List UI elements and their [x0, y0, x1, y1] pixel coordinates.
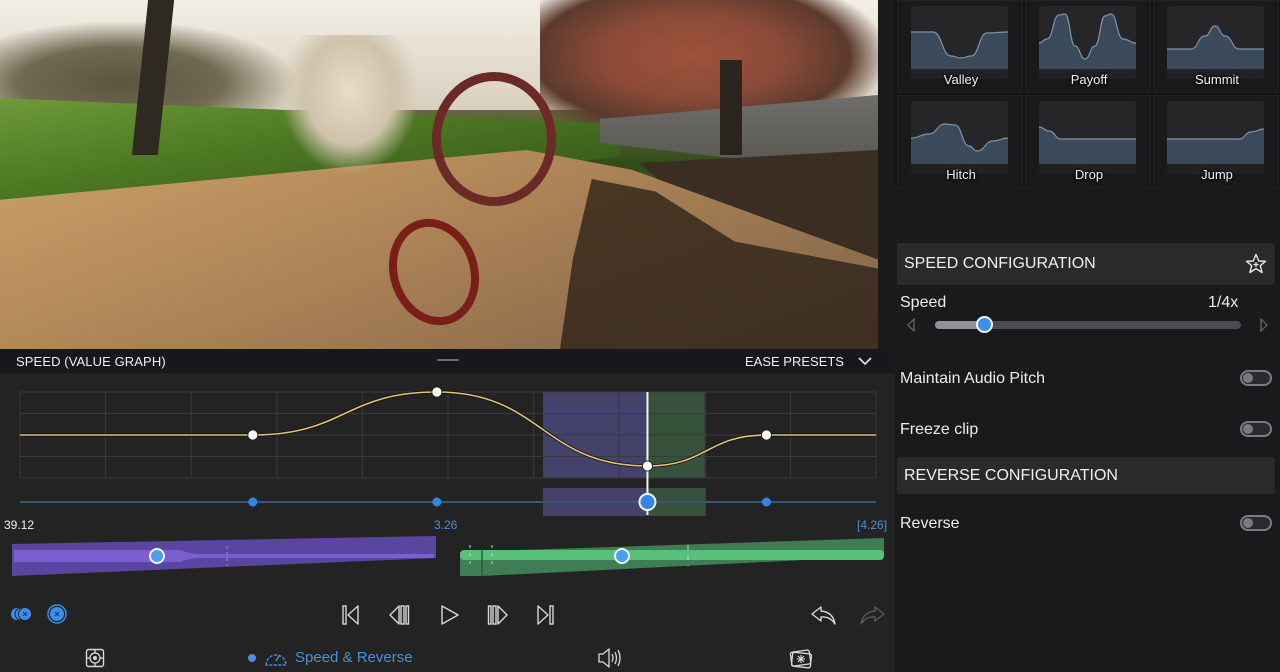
preset-curve-fill [1039, 14, 1136, 69]
undo-button[interactable] [810, 604, 838, 626]
graph-title: SPEED (VALUE GRAPH) [16, 354, 166, 369]
next-frame-button[interactable] [487, 604, 509, 626]
video-rider [280, 35, 420, 175]
speed-configuration-title: SPEED CONFIGURATION [904, 255, 1096, 272]
reverse-configuration-header: REVERSE CONFIGURATION [897, 457, 1275, 494]
graph-keyframe[interactable] [761, 429, 772, 441]
right-panel: Valley Payoff Summit Hitch Drop Jump SPE… [895, 0, 1280, 672]
summit-curve-icon [1167, 6, 1264, 79]
effects-icon[interactable] [789, 647, 813, 669]
redo-button[interactable] [858, 604, 886, 626]
skip-to-end-button[interactable] [535, 604, 555, 626]
maintain-audio-pitch-toggle[interactable] [1240, 370, 1272, 386]
toggle-knob [1243, 373, 1253, 383]
chevron-down-icon[interactable] [857, 354, 873, 368]
speedometer-icon[interactable] [263, 646, 289, 668]
toggle-knob [1243, 424, 1253, 434]
previous-frame-button[interactable] [388, 604, 410, 626]
track-keyframe[interactable] [432, 497, 442, 507]
skip-to-start-button[interactable] [341, 604, 361, 626]
reverse-toggle[interactable] [1240, 515, 1272, 531]
preset-jump[interactable]: Jump [1153, 95, 1279, 188]
preset-curve-fill [1167, 129, 1264, 164]
freeze-clip-toggle[interactable] [1240, 421, 1272, 437]
video-bike-wheel [432, 72, 556, 206]
clip-b-playhead-knob[interactable] [614, 548, 630, 564]
speed-value: 1/4x [1208, 294, 1239, 311]
preset-valley[interactable]: Valley [897, 0, 1023, 93]
volume-icon[interactable] [597, 647, 623, 669]
graph-keyframe[interactable] [247, 429, 259, 441]
active-indicator-dot [248, 654, 256, 662]
jump-curve-icon [1167, 101, 1264, 174]
maintain-audio-pitch-label: Maintain Audio Pitch [900, 370, 1045, 387]
preset-payoff[interactable]: Payoff [1025, 0, 1151, 93]
preset-hitch[interactable]: Hitch [897, 95, 1023, 188]
payoff-curve-icon [1039, 6, 1136, 79]
graph-keyframe[interactable] [431, 386, 443, 398]
ease-presets-button[interactable]: EASE PRESETS [745, 354, 844, 369]
speed-label: Speed [900, 294, 947, 311]
panel-drag-handle[interactable] [437, 359, 459, 361]
ease-presets-grid: Valley Payoff Summit Hitch Drop Jump [895, 0, 1280, 188]
graph-keyframe[interactable] [642, 460, 653, 472]
preset-curve-fill [911, 32, 1008, 69]
valley-curve-icon [911, 6, 1008, 79]
preset-label: Payoff [1070, 72, 1108, 87]
track-keyframe[interactable] [761, 497, 771, 507]
graph-header: SPEED (VALUE GRAPH) EASE PRESETS [0, 349, 895, 373]
preset-drop[interactable]: Drop [1025, 95, 1151, 188]
clip-b-band [460, 550, 884, 560]
hitch-curve-icon [911, 101, 1008, 174]
preset-label: Drop [1074, 167, 1104, 182]
clip-b[interactable] [460, 538, 884, 576]
nav-speed-reverse[interactable]: Speed & Reverse [295, 649, 413, 666]
preset-label: Hitch [946, 167, 976, 182]
toggle-knob [1243, 518, 1253, 528]
video-tree-trunk [720, 60, 742, 155]
multi-keyframe-delete-icon[interactable] [10, 605, 34, 623]
clip-b-wedge-top [460, 538, 884, 552]
play-button[interactable] [440, 604, 460, 626]
preset-label: Jump [1201, 167, 1233, 182]
speed-slider-thumb[interactable] [975, 316, 993, 333]
video-preview[interactable] [0, 0, 878, 349]
speed-configuration-header: SPEED CONFIGURATION [897, 243, 1275, 285]
speed-slider[interactable] [935, 316, 1241, 333]
clip-a[interactable] [12, 536, 436, 576]
transform-icon[interactable] [85, 648, 105, 668]
reverse-label: Reverse [900, 515, 960, 532]
slider-increase-icon[interactable] [1259, 317, 1269, 333]
preset-label: Valley [943, 72, 979, 87]
clip-track[interactable] [0, 530, 895, 582]
track-keyframe[interactable] [248, 497, 258, 507]
clip-a-wedge-top [12, 536, 436, 552]
preset-summit[interactable]: Summit [1153, 0, 1279, 93]
active-track-keyframe[interactable] [638, 493, 657, 511]
favorite-star-icon[interactable] [1245, 253, 1267, 275]
drop-curve-icon [1039, 101, 1136, 174]
reverse-configuration-title: REVERSE CONFIGURATION [904, 467, 1118, 484]
keyframe-delete-icon[interactable] [47, 604, 67, 624]
clip-a-playhead-knob[interactable] [149, 548, 165, 564]
preset-curve-fill [1167, 26, 1264, 69]
freeze-clip-label: Freeze clip [900, 421, 979, 438]
slider-decrease-icon[interactable] [906, 317, 916, 333]
preset-label: Summit [1194, 72, 1240, 87]
